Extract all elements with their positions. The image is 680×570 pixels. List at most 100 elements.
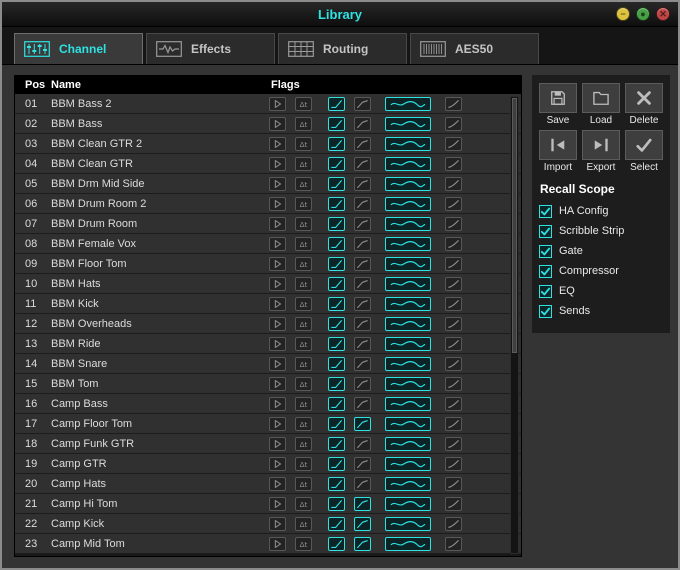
preview-play-icon[interactable] <box>269 396 286 411</box>
gate-curve-icon[interactable] <box>328 256 345 271</box>
sends-curve-icon[interactable] <box>445 376 462 391</box>
compressor-curve-icon[interactable] <box>354 96 371 111</box>
preview-play-icon[interactable] <box>269 176 286 191</box>
sends-curve-icon[interactable] <box>445 196 462 211</box>
compressor-curve-icon[interactable] <box>354 176 371 191</box>
compressor-curve-icon[interactable] <box>354 256 371 271</box>
gate-curve-icon[interactable] <box>328 436 345 451</box>
eq-curve-icon[interactable] <box>385 116 431 131</box>
compressor-curve-icon[interactable] <box>354 136 371 151</box>
recall-scope-item[interactable]: HA Config <box>538 201 663 221</box>
table-row[interactable]: 16 Camp Bass Δt <box>15 394 521 414</box>
delta-t-icon[interactable]: Δt <box>295 456 312 471</box>
sends-curve-icon[interactable] <box>445 136 462 151</box>
compressor-curve-icon[interactable] <box>354 156 371 171</box>
sends-curve-icon[interactable] <box>445 496 462 511</box>
compressor-curve-icon[interactable] <box>354 456 371 471</box>
gate-curve-icon[interactable] <box>328 136 345 151</box>
table-row[interactable]: 04 BBM Clean GTR Δt <box>15 154 521 174</box>
delta-t-icon[interactable]: Δt <box>295 256 312 271</box>
preview-play-icon[interactable] <box>269 316 286 331</box>
compressor-curve-icon[interactable] <box>354 276 371 291</box>
sends-curve-icon[interactable] <box>445 116 462 131</box>
compressor-curve-icon[interactable] <box>354 396 371 411</box>
table-row[interactable]: 09 BBM Floor Tom Δt <box>15 254 521 274</box>
gate-curve-icon[interactable] <box>328 536 345 551</box>
gate-curve-icon[interactable] <box>328 396 345 411</box>
eq-curve-icon[interactable] <box>385 496 431 511</box>
scrollbar-thumb[interactable] <box>511 98 517 354</box>
checkbox-icon[interactable] <box>538 304 552 318</box>
table-row[interactable]: 20 Camp Hats Δt <box>15 474 521 494</box>
compressor-curve-icon[interactable] <box>354 476 371 491</box>
preview-play-icon[interactable] <box>269 136 286 151</box>
delta-t-icon[interactable]: Δt <box>295 116 312 131</box>
gate-curve-icon[interactable] <box>328 236 345 251</box>
delta-t-icon[interactable]: Δt <box>295 136 312 151</box>
compressor-curve-icon[interactable] <box>354 536 371 551</box>
eq-curve-icon[interactable] <box>385 196 431 211</box>
sends-curve-icon[interactable] <box>445 396 462 411</box>
compressor-curve-icon[interactable] <box>354 496 371 511</box>
table-row[interactable]: 18 Camp Funk GTR Δt <box>15 434 521 454</box>
delta-t-icon[interactable]: Δt <box>295 476 312 491</box>
eq-curve-icon[interactable] <box>385 96 431 111</box>
delta-t-icon[interactable]: Δt <box>295 216 312 231</box>
preview-play-icon[interactable] <box>269 276 286 291</box>
recall-scope-item[interactable]: Gate <box>538 241 663 261</box>
gate-curve-icon[interactable] <box>328 416 345 431</box>
eq-curve-icon[interactable] <box>385 416 431 431</box>
eq-curve-icon[interactable] <box>385 176 431 191</box>
checkbox-icon[interactable] <box>538 204 552 218</box>
gate-curve-icon[interactable] <box>328 316 345 331</box>
table-row[interactable]: 22 Camp Kick Δt <box>15 514 521 534</box>
sends-curve-icon[interactable] <box>445 356 462 371</box>
tab-routing[interactable]: Routing <box>278 33 407 64</box>
gate-curve-icon[interactable] <box>328 156 345 171</box>
gate-curve-icon[interactable] <box>328 216 345 231</box>
eq-curve-icon[interactable] <box>385 216 431 231</box>
delta-t-icon[interactable]: Δt <box>295 276 312 291</box>
checkbox-icon[interactable] <box>538 244 552 258</box>
preview-play-icon[interactable] <box>269 236 286 251</box>
preview-play-icon[interactable] <box>269 496 286 511</box>
maximize-button[interactable]: ● <box>636 7 650 21</box>
delta-t-icon[interactable]: Δt <box>295 416 312 431</box>
delta-t-icon[interactable]: Δt <box>295 436 312 451</box>
recall-scope-item[interactable]: Compressor <box>538 261 663 281</box>
eq-curve-icon[interactable] <box>385 536 431 551</box>
delta-t-icon[interactable]: Δt <box>295 196 312 211</box>
recall-scope-item[interactable]: Sends <box>538 301 663 321</box>
gate-curve-icon[interactable] <box>328 336 345 351</box>
table-row[interactable]: 21 Camp Hi Tom Δt <box>15 494 521 514</box>
compressor-curve-icon[interactable] <box>354 416 371 431</box>
compressor-curve-icon[interactable] <box>354 356 371 371</box>
eq-curve-icon[interactable] <box>385 436 431 451</box>
delta-t-icon[interactable]: Δt <box>295 236 312 251</box>
sends-curve-icon[interactable] <box>445 296 462 311</box>
gate-curve-icon[interactable] <box>328 296 345 311</box>
delta-t-icon[interactable]: Δt <box>295 316 312 331</box>
preview-play-icon[interactable] <box>269 336 286 351</box>
sends-curve-icon[interactable] <box>445 516 462 531</box>
compressor-curve-icon[interactable] <box>354 336 371 351</box>
preview-play-icon[interactable] <box>269 516 286 531</box>
checkbox-icon[interactable] <box>538 224 552 238</box>
delta-t-icon[interactable]: Δt <box>295 96 312 111</box>
preview-play-icon[interactable] <box>269 96 286 111</box>
table-row[interactable]: 02 BBM Bass Δt <box>15 114 521 134</box>
recall-scope-item[interactable]: EQ <box>538 281 663 301</box>
preview-play-icon[interactable] <box>269 416 286 431</box>
delete-button[interactable]: Delete <box>624 83 663 126</box>
sends-curve-icon[interactable] <box>445 416 462 431</box>
close-button[interactable]: ✕ <box>656 7 670 21</box>
gate-curve-icon[interactable] <box>328 476 345 491</box>
sends-curve-icon[interactable] <box>445 456 462 471</box>
compressor-curve-icon[interactable] <box>354 116 371 131</box>
sends-curve-icon[interactable] <box>445 276 462 291</box>
table-row[interactable]: 07 BBM Drum Room Δt <box>15 214 521 234</box>
export-button[interactable]: Export <box>581 130 620 173</box>
preview-play-icon[interactable] <box>269 456 286 471</box>
eq-curve-icon[interactable] <box>385 476 431 491</box>
compressor-curve-icon[interactable] <box>354 196 371 211</box>
